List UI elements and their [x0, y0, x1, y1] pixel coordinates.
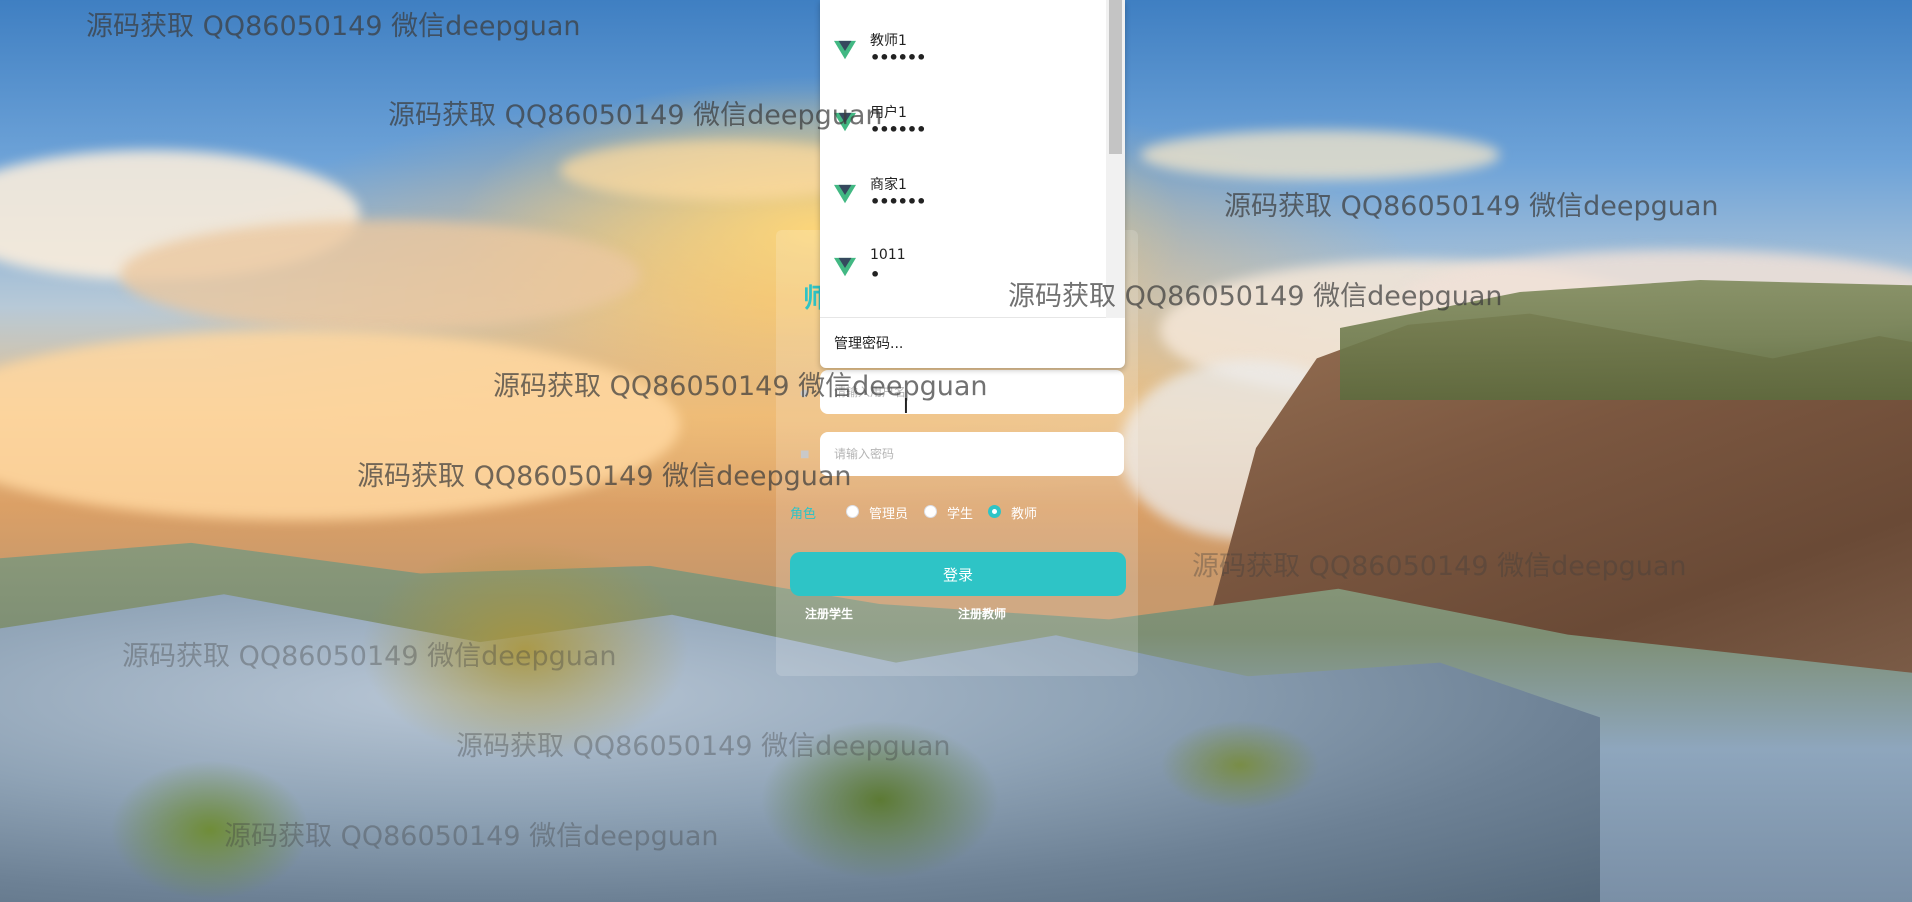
dropdown-divider	[820, 317, 1125, 318]
grass	[1160, 720, 1320, 810]
saved-username: 1011	[870, 247, 906, 263]
watermark: 源码获取 QQ86050149 微信deepguan	[388, 100, 883, 131]
register-teacher-link[interactable]: 注册教师	[958, 605, 1006, 622]
watermark: 源码获取 QQ86050149 微信deepguan	[456, 731, 951, 762]
saved-password-mask: •	[870, 265, 880, 284]
role-label: 角色	[790, 507, 817, 522]
saved-username: 商家1	[870, 177, 907, 193]
login-button[interactable]: 登录	[790, 552, 1126, 596]
role-radio-admin[interactable]	[846, 505, 859, 518]
role-radio-student[interactable]	[924, 505, 937, 518]
role-label-admin: 管理员	[869, 507, 909, 522]
vue-logo-icon	[834, 257, 856, 277]
vue-logo-icon	[834, 184, 856, 204]
dropdown-scrollbar[interactable]	[1106, 0, 1125, 318]
watermark: 源码获取 QQ86050149 微信deepguan	[493, 371, 988, 402]
watermark: 源码获取 QQ86050149 微信deepguan	[86, 11, 581, 42]
role-radio-teacher[interactable]	[988, 505, 1001, 518]
watermark: 源码获取 QQ86050149 微信deepguan	[1192, 551, 1687, 582]
password-input[interactable]	[820, 432, 1124, 476]
cloud	[1140, 130, 1500, 180]
role-label-teacher: 教师	[1011, 507, 1038, 522]
saved-credential-item[interactable]: 商家1 ••••••	[820, 174, 1108, 246]
cloud	[120, 220, 640, 330]
text-cursor-icon: I	[903, 394, 909, 418]
watermark: 源码获取 QQ86050149 微信deepguan	[1224, 191, 1719, 222]
watermark: 源码获取 QQ86050149 微信deepguan	[224, 821, 719, 852]
watermark: 源码获取 QQ86050149 微信deepguan	[122, 641, 617, 672]
role-label-student: 学生	[947, 507, 974, 522]
watermark: 源码获取 QQ86050149 微信deepguan	[1008, 281, 1503, 312]
saved-credential-item[interactable]: 教师1 ••••••	[820, 30, 1108, 102]
scrollbar-thumb[interactable]	[1109, 0, 1122, 154]
saved-password-mask: ••••••	[870, 192, 926, 211]
register-student-link[interactable]: 注册学生	[805, 605, 853, 622]
watermark: 源码获取 QQ86050149 微信deepguan	[357, 461, 852, 492]
saved-password-mask: ••••••	[870, 48, 926, 67]
manage-passwords-link[interactable]: 管理密码...	[834, 333, 903, 353]
saved-username: 教师1	[870, 33, 907, 49]
vue-logo-icon	[834, 40, 856, 60]
